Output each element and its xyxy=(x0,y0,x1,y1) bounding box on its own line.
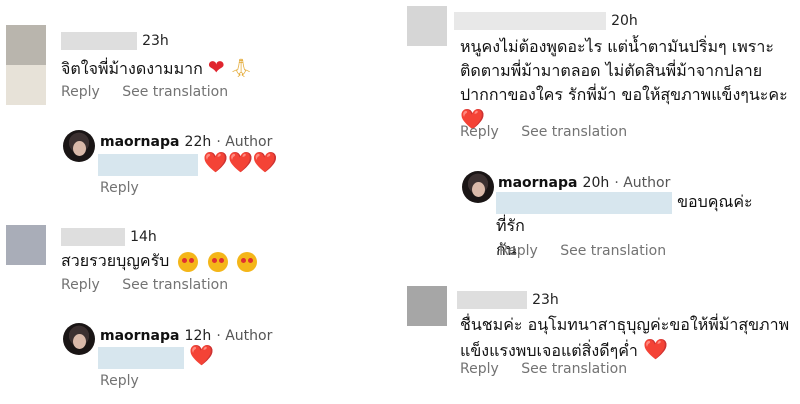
reply-time: 12h xyxy=(184,328,212,344)
heart-emoji-icon: ❤ xyxy=(207,55,225,79)
reply-header: maornapa 20h · Author xyxy=(498,172,670,191)
author-avatar[interactable] xyxy=(63,130,95,162)
comment-time: 23h xyxy=(532,292,559,308)
comment-text: หนูคงไม่ต้องพูดอะไร แต่น้ำตามันปริ่มๆ เพ… xyxy=(460,35,788,131)
reply-button[interactable]: Reply xyxy=(100,180,139,196)
comment-line: ชื่นชมค่ะ อนุโมทนาสาธุบุญค่ะขอให้พี่ม้าส… xyxy=(460,315,790,334)
heart-eyes-emoji-icon xyxy=(207,251,228,272)
see-translation-button[interactable]: See translation xyxy=(122,277,228,293)
comment-actions: Reply See translation xyxy=(61,277,246,293)
comment-header: 23h xyxy=(457,289,559,309)
see-translation-button[interactable]: See translation xyxy=(521,124,627,140)
blurred-mention xyxy=(496,191,672,214)
comment-header: 20h xyxy=(454,10,638,30)
reply-time: 22h xyxy=(184,134,212,150)
see-translation-button[interactable]: See translation xyxy=(560,243,666,259)
heart-eyes-emoji-icon xyxy=(236,251,257,272)
reply-button[interactable]: Reply xyxy=(460,124,499,140)
commenter-username[interactable] xyxy=(454,11,606,30)
comment-body: จิตใจพี่ม้างดงามมาก xyxy=(61,59,203,78)
commenter-username[interactable] xyxy=(457,290,527,309)
commenter-avatar[interactable] xyxy=(6,225,46,265)
commenter-avatar[interactable] xyxy=(407,6,447,46)
commenter-avatar[interactable] xyxy=(6,25,46,105)
heart-emoji-icon: ❤️ xyxy=(189,343,214,367)
pray-emoji-icon: 🙏︎ xyxy=(229,58,253,79)
author-badge: · Author xyxy=(216,134,273,150)
see-translation-button[interactable]: See translation xyxy=(122,84,228,100)
reply-button[interactable]: Reply xyxy=(61,84,100,100)
comment-header: 23h xyxy=(61,30,169,50)
reply-button[interactable]: Reply xyxy=(100,373,139,389)
heart-eyes-emoji-icon xyxy=(178,251,199,272)
reply-actions: Reply xyxy=(100,373,157,389)
blurred-mention xyxy=(98,346,184,369)
comment-text: จิตใจพี่ม้างดงามมาก ❤ 🙏︎ xyxy=(61,55,253,81)
author-avatar[interactable] xyxy=(63,323,95,355)
reply-text: ❤️ xyxy=(98,343,214,369)
right-comment-panel: 20h หนูคงไม่ต้องพูดอะไร แต่น้ำตามันปริ่ม… xyxy=(400,0,800,404)
comment-body: สวยรวยบุญครับ xyxy=(61,251,170,270)
reply-text: ❤️❤️❤️ xyxy=(98,150,278,176)
comment-header: 14h xyxy=(61,226,157,246)
comment-actions: Reply See translation xyxy=(460,124,645,140)
comment-actions: Reply See translation xyxy=(460,361,645,377)
commenter-avatar[interactable] xyxy=(407,286,447,326)
comment-text: ชื่นชมค่ะ อนุโมทนาสาธุบุญค่ะขอให้พี่ม้าส… xyxy=(460,313,789,363)
commenter-username[interactable] xyxy=(61,31,137,50)
author-username[interactable]: maornapa xyxy=(100,328,179,344)
reply-button[interactable]: Reply xyxy=(499,243,538,259)
see-translation-button[interactable]: See translation xyxy=(521,361,627,377)
reply-header: maornapa 12h · Author xyxy=(100,325,272,344)
comment-time: 20h xyxy=(611,13,638,29)
comment-time: 14h xyxy=(130,229,157,245)
comment-text: สวยรวยบุญครับ xyxy=(61,249,257,273)
comment-line: หนูคงไม่ต้องพูดอะไร แต่น้ำตามันปริ่มๆ เพ… xyxy=(460,37,774,56)
comment-time: 23h xyxy=(142,33,169,49)
author-username[interactable]: maornapa xyxy=(498,175,577,191)
reply-button[interactable]: Reply xyxy=(61,277,100,293)
reply-time: 20h xyxy=(582,175,610,191)
left-comment-panel: 23h จิตใจพี่ม้างดงามมาก ❤ 🙏︎ Reply See t… xyxy=(0,0,396,404)
reply-actions: Reply xyxy=(100,180,157,196)
author-badge: · Author xyxy=(216,328,273,344)
heart-emoji-icon: ❤️ xyxy=(642,337,668,361)
author-badge: · Author xyxy=(614,175,671,191)
reply-button[interactable]: Reply xyxy=(460,361,499,377)
commenter-username[interactable] xyxy=(61,227,125,246)
comment-line: ติดตามพี่ม้ามาตลอด ไม่ตัดสินพี่ม้าจากปลา… xyxy=(460,61,763,80)
author-avatar[interactable] xyxy=(462,171,494,203)
author-username[interactable]: maornapa xyxy=(100,134,179,150)
hearts-emoji-icon: ❤️❤️❤️ xyxy=(203,150,278,174)
reply-actions: Reply See translation xyxy=(499,243,684,259)
reply-header: maornapa 22h · Author xyxy=(100,131,272,150)
blurred-mention xyxy=(98,153,198,176)
comment-line: แข็งแรงพบเจอแต่สิ่งดีๆค่ำ xyxy=(460,341,638,360)
comment-actions: Reply See translation xyxy=(61,84,246,100)
comment-line: ปากกาของใคร รักพี่ม้า ขอให้สุขภาพแข็งๆนะ… xyxy=(460,85,788,104)
